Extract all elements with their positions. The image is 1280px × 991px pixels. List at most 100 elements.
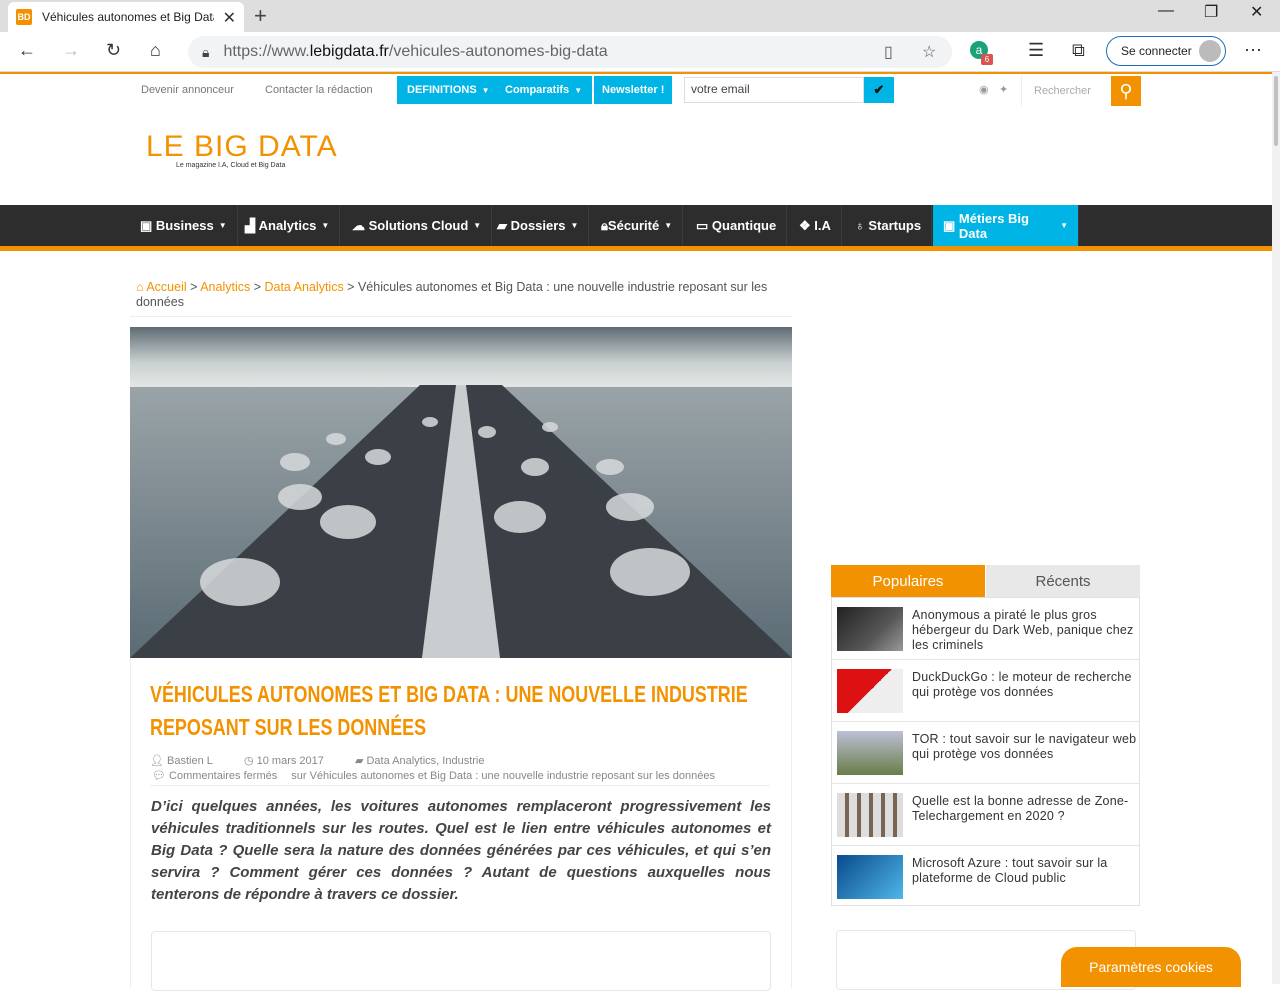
search-input[interactable]: Rechercher [1021, 76, 1111, 106]
immersive-reader-icon[interactable]: ▯ [884, 42, 893, 62]
site-header: LE BIG DATA Le magazine I.A, Cloud et Bi… [0, 106, 1272, 205]
thumbnail [837, 731, 903, 775]
list-item-title[interactable]: Quelle est la bonne adresse de Zone-Tele… [912, 794, 1137, 824]
comparatifs-menu[interactable]: Comparatifs ▼ [495, 76, 593, 104]
url-text: https://www.lebigdata.fr/vehicules-auton… [223, 43, 608, 60]
nav-dossiers[interactable]: ▰ Dossiers ▼ [487, 205, 590, 246]
cookie-settings-button[interactable]: Paramètres cookies [1061, 947, 1241, 987]
breadcrumb-home[interactable]: Accueil [146, 280, 186, 294]
site-top-strip: Devenir annonceur Contacter la rédaction… [0, 72, 1272, 106]
article-title: Véhicules autonomes et Big Data : une no… [150, 681, 748, 740]
list-item[interactable]: Microsoft Azure : tout savoir sur la pla… [832, 846, 1139, 908]
rss-icon[interactable]: ◉ [979, 83, 989, 96]
extension-badge: 6 [981, 54, 993, 65]
laptop-icon: ▭ [696, 217, 712, 233]
cloud-icon: ☁ [352, 217, 369, 233]
newsletter-email-input[interactable]: votre email [684, 77, 864, 103]
list-item[interactable]: Anonymous a piraté le plus gros hébergeu… [832, 598, 1139, 660]
article-hero-image [130, 327, 792, 658]
window-close-icon[interactable]: ✕ [1250, 2, 1263, 22]
contact-link[interactable]: Contacter la rédaction [265, 84, 373, 96]
cubes-icon: ❖ [799, 217, 815, 233]
new-tab-icon[interactable]: + [254, 3, 267, 29]
signin-button[interactable]: Se connecter [1106, 36, 1226, 66]
list-item[interactable]: TOR : tout savoir sur le navigateur web … [832, 722, 1139, 784]
site-favicon-icon: BD [16, 9, 32, 25]
avatar [1199, 40, 1221, 62]
folder-icon: ▰ [497, 217, 511, 233]
advertiser-link[interactable]: Devenir annonceur [141, 84, 234, 96]
browser-tab-bar: BD Véhicules autonomes et Big Data ✕ + —… [0, 0, 1280, 32]
article-lead: D’ici quelques années, les voitures auto… [151, 798, 771, 903]
list-item[interactable]: DuckDuckGo : le moteur de recherche qui … [832, 660, 1139, 722]
collections-icon[interactable]: ⧉ [1072, 40, 1085, 61]
favorite-star-icon[interactable]: ☆ [922, 42, 936, 62]
list-item-title[interactable]: DuckDuckGo : le moteur de recherche qui … [912, 670, 1137, 700]
tab-recents[interactable]: Récents [986, 565, 1140, 597]
favorites-icon[interactable]: ☰ [1028, 40, 1044, 61]
list-item[interactable]: Quelle est la bonne adresse de Zone-Tele… [832, 784, 1139, 846]
twitter-icon[interactable]: ✦ [999, 83, 1008, 96]
nav-quantique[interactable]: ▭ Quantique [686, 205, 788, 246]
address-bar[interactable]: 🔒︎ https://www.lebigdata.fr/vehicules-au… [188, 36, 952, 68]
sidebar-tabs: Populaires Récents [831, 565, 1140, 597]
nav-metiers-big-data[interactable]: ▣ Métiers Big Data ▼ [933, 205, 1079, 246]
comments: 💬︎ Commentaires fermés sur Véhicules auto… [152, 770, 715, 782]
page-scrollbar[interactable] [1272, 72, 1280, 984]
briefcase-icon: ▣ [943, 217, 959, 233]
forward-icon[interactable]: → [62, 40, 80, 61]
lightbulb-icon: ♁ [855, 218, 869, 233]
categories[interactable]: ▰ Data Analytics, Industrie [355, 755, 485, 767]
tab-close-icon[interactable]: ✕ [223, 8, 236, 28]
thumbnail [837, 607, 903, 651]
tab-populaires[interactable]: Populaires [831, 565, 985, 597]
browser-toolbar: ← → ↻ ⌂ 🔒︎ https://www.lebigdata.fr/vehi… [0, 32, 1280, 72]
newsletter-submit-button[interactable]: ✔ [864, 77, 894, 103]
divider [150, 785, 770, 786]
scrollbar-thumb[interactable] [1274, 76, 1278, 146]
lock-icon: 🔒︎ [601, 217, 608, 233]
definitions-menu[interactable]: DEFINITIONS ▼ [397, 76, 500, 104]
browser-tab[interactable]: BD Véhicules autonomes et Big Data ✕ [8, 2, 244, 32]
list-item-title[interactable]: Anonymous a piraté le plus gros hébergeu… [912, 608, 1137, 653]
back-icon[interactable]: ← [18, 40, 36, 61]
search-button[interactable]: ⚲ [1111, 76, 1141, 106]
nav-solutions-cloud[interactable]: ☁ Solutions Cloud ▼ [342, 205, 493, 246]
thumbnail [837, 669, 903, 713]
breadcrumb: ⌂ Accueil > Analytics > Data Analytics >… [136, 280, 768, 309]
home-icon[interactable]: ⌂ [136, 280, 146, 294]
signin-label: Se connecter [1121, 44, 1192, 58]
more-menu-icon[interactable]: ⋯ [1244, 40, 1262, 61]
breadcrumb-analytics[interactable]: Analytics [200, 280, 250, 294]
sidebar-popular-list: Anonymous a piraté le plus gros hébergeu… [831, 597, 1140, 906]
breadcrumb-data-analytics[interactable]: Data Analytics [264, 280, 343, 294]
minimize-icon[interactable]: — [1158, 2, 1174, 20]
logo-name: LE BIG DATA [146, 130, 338, 163]
home-icon[interactable]: ⌂ [150, 40, 161, 61]
nav-securite[interactable]: 🔒︎ Sécurité ▼ [591, 205, 684, 246]
site-logo[interactable]: LE BIG DATA Le magazine I.A, Cloud et Bi… [146, 130, 338, 182]
lock-icon: 🔒︎ [202, 43, 210, 60]
nav-ia[interactable]: ❖ I.A [789, 205, 842, 246]
content-box [151, 931, 771, 991]
date: ◷ 10 mars 2017 [243, 755, 324, 767]
divider [130, 316, 792, 317]
thumbnail [837, 855, 903, 899]
search-icon: ⚲ [1119, 80, 1133, 101]
nav-startups[interactable]: ♁ Startups [845, 205, 933, 246]
author[interactable]: 👤︎ Bastien L [150, 755, 227, 767]
article-meta: 👤︎ Bastien L ◷ 10 mars 2017 ▰ Data Analy… [150, 754, 743, 782]
tab-title: Véhicules autonomes et Big Data [42, 10, 214, 24]
nav-analytics[interactable]: ▟ Analytics ▼ [235, 205, 341, 246]
restore-icon[interactable]: ❐ [1204, 2, 1218, 22]
main-navigation: ▣ Business ▼ ▟ Analytics ▼ ☁ Solutions Clo… [0, 205, 1272, 251]
caret-down-icon: ▼ [574, 85, 583, 95]
list-item-title[interactable]: TOR : tout savoir sur le navigateur web … [912, 732, 1137, 762]
list-item-title[interactable]: Microsoft Azure : tout savoir sur la pla… [912, 856, 1137, 886]
refresh-icon[interactable]: ↻ [106, 40, 121, 61]
newsletter-label: Newsletter ! [594, 76, 673, 104]
caret-down-icon: ▼ [481, 85, 490, 95]
briefcase-icon: ▣ [140, 217, 156, 233]
chart-icon: ▟ [245, 217, 259, 233]
nav-business[interactable]: ▣ Business ▼ [130, 205, 238, 246]
